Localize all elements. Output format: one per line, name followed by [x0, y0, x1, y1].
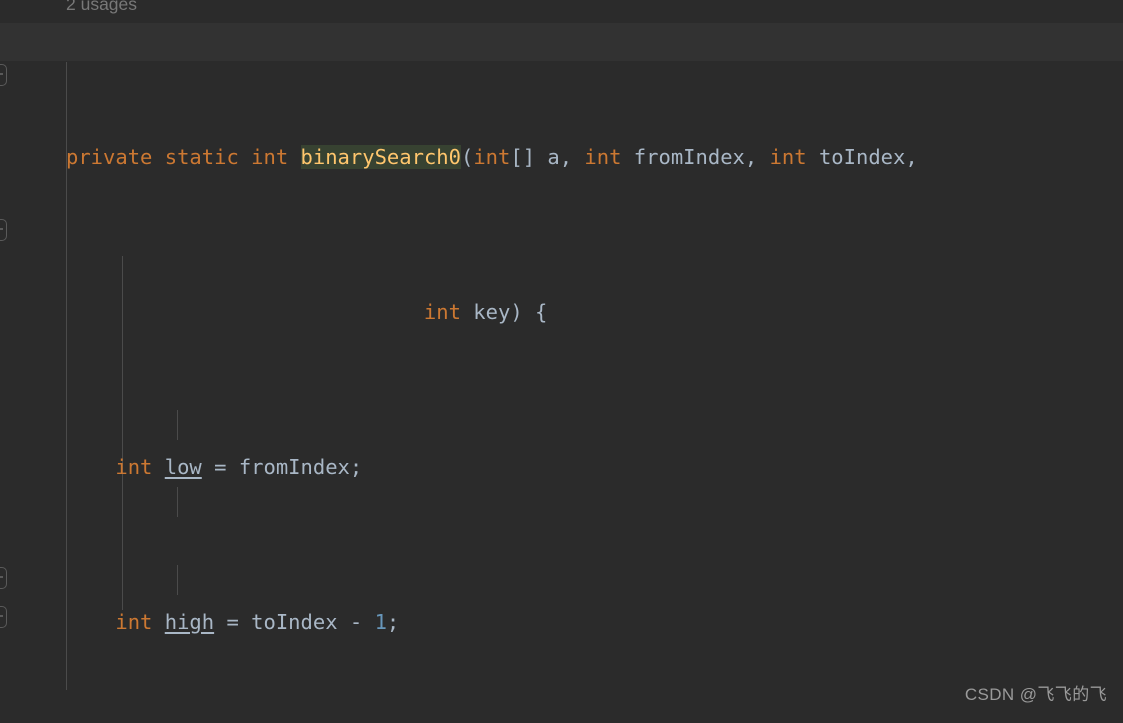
semicolon: ;: [386, 609, 400, 634]
csdn-watermark: CSDN @飞飞的飞: [964, 685, 1107, 705]
code-line-signature-cont[interactable]: int key) {: [0, 293, 1123, 332]
signature-tail: ) {: [510, 299, 548, 324]
keyword-int-param-toindex: int: [769, 145, 807, 170]
code-line-decl-low[interactable]: int low = fromIndex;: [0, 448, 1123, 487]
method-name-highlight[interactable]: binarySearch0: [300, 145, 461, 170]
semicolon: ;: [349, 454, 363, 479]
variable-high: high: [164, 609, 215, 634]
expression: = toIndex -: [214, 609, 375, 634]
keyword-int-param-a: int: [473, 145, 511, 170]
array-brackets: []: [510, 145, 548, 170]
keyword-int-param-fromindex: int: [584, 145, 622, 170]
comma: ,: [559, 145, 585, 170]
keyword-int: int: [115, 454, 153, 479]
code-editor-pane[interactable]: 2 usages private static int binarySearch…: [0, 0, 1123, 723]
comma: ,: [905, 145, 918, 170]
paren-open: (: [460, 145, 474, 170]
keyword-private: private: [66, 145, 153, 170]
code-content[interactable]: private static int binarySearch0(int[] a…: [0, 0, 1123, 723]
assign-op: =: [201, 454, 239, 479]
keyword-int-return-type: int: [251, 145, 289, 170]
number-literal: 1: [374, 609, 387, 634]
code-line-signature[interactable]: private static int binarySearch0(int[] a…: [0, 138, 1123, 177]
param-a: a: [547, 145, 560, 170]
value-fromindex: fromIndex: [238, 454, 350, 479]
keyword-int-param-key: int: [423, 299, 461, 324]
comma: ,: [744, 145, 770, 170]
param-key: key: [473, 299, 511, 324]
variable-low: low: [164, 454, 202, 479]
keyword-static: static: [164, 145, 239, 170]
keyword-int: int: [115, 609, 153, 634]
param-toindex: toIndex: [818, 145, 906, 170]
code-line-decl-high[interactable]: int high = toIndex - 1;: [0, 603, 1123, 642]
param-fromindex: fromIndex: [633, 145, 745, 170]
